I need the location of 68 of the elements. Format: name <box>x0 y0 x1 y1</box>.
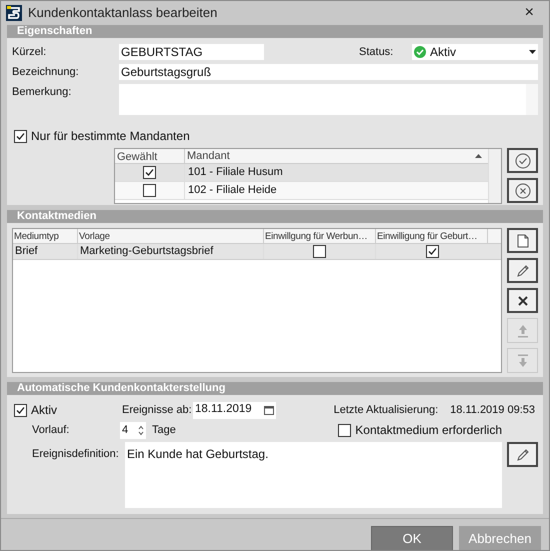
field-label: Status: <box>359 44 394 60</box>
pencil-icon <box>516 448 530 462</box>
vorlauf-spinner[interactable]: 4 <box>120 422 146 438</box>
check-circle-icon <box>514 152 530 168</box>
field-label: Bemerkung: <box>12 85 72 100</box>
status-dropdown[interactable]: Aktiv <box>412 44 538 60</box>
column-header[interactable]: Vorlage <box>78 229 264 243</box>
aktiv-checkbox[interactable] <box>14 404 27 416</box>
bezeichnung-field[interactable]: Geburtstagsgruß <box>119 64 538 80</box>
close-button[interactable]: × <box>524 5 534 21</box>
column-header[interactable]: Einwilligung für Geburt… <box>376 229 488 243</box>
last-update-value: 18.11.2019 09:53 <box>450 402 535 418</box>
section-header: Eigenschaften <box>7 25 543 38</box>
field-label: Letzte Aktualisierung: <box>334 402 438 418</box>
spinner-arrows-icon <box>138 424 144 436</box>
checkbox-label: Kontaktmedium erforderlich <box>355 422 502 439</box>
row-checkbox[interactable] <box>426 245 438 258</box>
scrollbar[interactable] <box>488 149 501 203</box>
ereignisdefinition-field[interactable]: Ein Kunde hat Geburtstag. <box>125 442 502 508</box>
date-field[interactable]: 18.11.2019 <box>193 402 276 418</box>
table-cell-text: 101 - Filiale Husum <box>187 165 284 180</box>
new-button[interactable] <box>507 228 538 253</box>
check-button[interactable] <box>507 148 538 173</box>
table-cell: Marketing-Geburtstagsbrief <box>78 244 264 259</box>
table-row[interactable]: 101 - Filiale Husum <box>115 164 488 182</box>
section-header: Automatische Kundenkontakterstellung <box>7 382 543 395</box>
mandanten-checkbox[interactable] <box>14 130 27 142</box>
calendar-icon <box>264 405 274 415</box>
field-label: Bezeichnung: <box>12 64 80 80</box>
row-checkbox[interactable] <box>313 245 326 258</box>
sort-arrow-icon <box>475 154 482 158</box>
field-label: Vorlauf: <box>32 422 70 438</box>
dropdown-arrow-icon <box>529 50 536 54</box>
ok-button[interactable]: OK <box>371 526 453 550</box>
move-down-icon <box>516 354 528 368</box>
column-header[interactable]: Einwillgung für Werbun… <box>264 229 376 243</box>
status-value: Aktiv <box>430 44 456 61</box>
window-title: Kundenkontaktanlass bearbeiten <box>28 4 218 22</box>
delete-button[interactable] <box>507 288 538 313</box>
field-label: Ereignisdefinition: <box>32 447 120 462</box>
bemerkung-field[interactable] <box>119 84 538 115</box>
pencil-icon <box>516 264 530 278</box>
table-cell: Brief <box>13 244 78 259</box>
column-header[interactable]: Mandant <box>185 149 488 163</box>
cancel-button[interactable] <box>507 178 538 203</box>
row-checkbox[interactable] <box>143 166 156 179</box>
checkbox-label: Aktiv <box>31 402 58 419</box>
edit-button[interactable] <box>507 258 538 283</box>
kuerzel-field[interactable]: GEBURTSTAG <box>119 44 264 60</box>
field-label: Ereignisse ab: <box>122 402 193 418</box>
row-checkbox[interactable] <box>143 184 156 197</box>
cancel-circle-icon <box>514 182 530 198</box>
table-cell-text: 102 - Filiale Heide <box>187 183 278 198</box>
edit-button[interactable] <box>507 442 538 467</box>
unit-label: Tage <box>152 422 176 438</box>
checkbox-label: Nur für bestimmte Mandanten <box>31 128 190 145</box>
document-icon <box>516 234 528 248</box>
table-row[interactable]: 102 - Filiale Heide <box>115 182 488 200</box>
scrollbar[interactable] <box>526 84 538 115</box>
close-icon <box>518 296 528 306</box>
section-header: Kontaktmedien <box>7 210 543 223</box>
kontaktmedium-checkbox[interactable] <box>338 424 352 436</box>
field-label: Kürzel: <box>12 44 48 60</box>
move-up-icon <box>516 324 528 338</box>
app-logo-icon <box>6 5 22 21</box>
table-row[interactable]: Brief Marketing-Geburtstagsbrief <box>13 244 501 260</box>
column-header[interactable]: Gewählt <box>115 149 185 163</box>
column-header[interactable]: Mediumtyp <box>13 229 78 243</box>
